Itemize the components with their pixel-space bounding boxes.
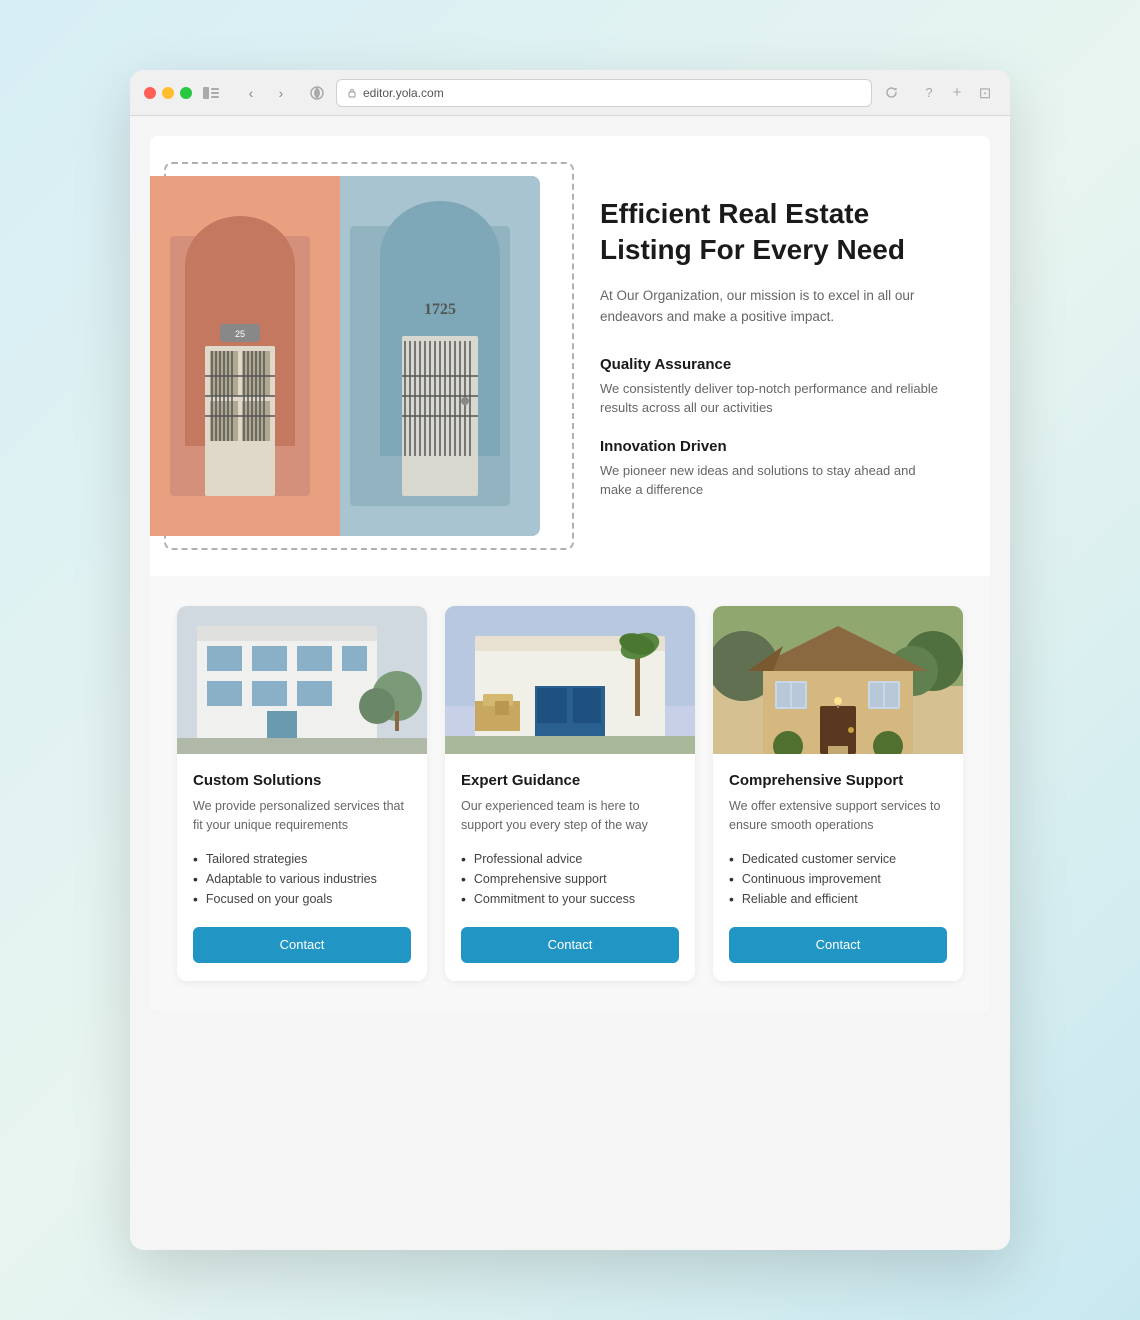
feature-innovation-title: Innovation Driven [600, 438, 950, 455]
card-1-body: Custom Solutions We provide personalized… [177, 754, 427, 981]
card-3-list: Dedicated customer service Continuous im… [729, 849, 947, 909]
sidebar-toggle-icon[interactable] [200, 82, 222, 104]
reload-icon[interactable] [880, 82, 902, 104]
card-1-image [177, 606, 427, 754]
hero-subtitle: At Our Organization, our mission is to e… [600, 285, 950, 328]
card-expert-guidance: Expert Guidance Our experienced team is … [445, 606, 695, 981]
card-2-list: Professional advice Comprehensive suppor… [461, 849, 679, 909]
feature-innovation: Innovation Driven We pioneer new ideas a… [600, 438, 950, 500]
card-3-desc: We offer extensive support services to e… [729, 797, 947, 835]
nav-buttons: ‹ › [238, 80, 294, 106]
card-2-image [445, 606, 695, 754]
browser-toolbar: ‹ › editor.yola.com ? + ⊡ [130, 70, 1010, 116]
card-1-desc: We provide personalized services that fi… [193, 797, 411, 835]
hero-content: Efficient Real Estate Listing For Every … [600, 176, 950, 520]
card-1-list-item-2: Adaptable to various industries [193, 869, 411, 889]
hero-image: 25 [150, 176, 540, 536]
card-2-title: Expert Guidance [461, 772, 679, 789]
card-1-list-item-1: Tailored strategies [193, 849, 411, 869]
help-icon[interactable]: ? [918, 82, 940, 104]
card-1-list-item-3: Focused on your goals [193, 889, 411, 909]
more-icon[interactable]: ⊡ [974, 82, 996, 104]
card-3-image [713, 606, 963, 754]
svg-text:1725: 1725 [424, 301, 456, 318]
forward-button[interactable]: › [268, 80, 294, 106]
url-text: editor.yola.com [363, 86, 444, 100]
close-button[interactable] [144, 87, 156, 99]
card-3-body: Comprehensive Support We offer extensive… [713, 754, 963, 981]
card-comprehensive-support: Comprehensive Support We offer extensive… [713, 606, 963, 981]
card-3-contact-button[interactable]: Contact [729, 927, 947, 963]
address-bar[interactable]: editor.yola.com [336, 79, 872, 107]
hero-image-container: 25 [150, 176, 560, 536]
page-inner: 25 [150, 136, 990, 1011]
feature-quality: Quality Assurance We consistently delive… [600, 356, 950, 418]
theme-icon[interactable] [306, 82, 328, 104]
card-3-list-item-3: Reliable and efficient [729, 889, 947, 909]
traffic-lights [144, 87, 192, 99]
feature-quality-desc: We consistently deliver top-notch perfor… [600, 379, 950, 418]
feature-innovation-desc: We pioneer new ideas and solutions to st… [600, 461, 950, 500]
minimize-button[interactable] [162, 87, 174, 99]
card-3-list-item-1: Dedicated customer service [729, 849, 947, 869]
cards-section: Custom Solutions We provide personalized… [150, 576, 990, 1011]
card-2-desc: Our experienced team is here to support … [461, 797, 679, 835]
feature-quality-title: Quality Assurance [600, 356, 950, 373]
svg-text:25: 25 [235, 329, 245, 339]
card-2-list-item-3: Commitment to your success [461, 889, 679, 909]
card-3-title: Comprehensive Support [729, 772, 947, 789]
card-3-list-item-2: Continuous improvement [729, 869, 947, 889]
card-2-list-item-2: Comprehensive support [461, 869, 679, 889]
card-custom-solutions: Custom Solutions We provide personalized… [177, 606, 427, 981]
browser-content: 25 [130, 116, 1010, 1250]
toolbar-right: ? + ⊡ [918, 82, 996, 104]
add-tab-icon[interactable]: + [946, 82, 968, 104]
card-2-contact-button[interactable]: Contact [461, 927, 679, 963]
cards-grid: Custom Solutions We provide personalized… [170, 606, 970, 981]
fullscreen-button[interactable] [180, 87, 192, 99]
card-2-list-item-1: Professional advice [461, 849, 679, 869]
hero-title: Efficient Real Estate Listing For Every … [600, 196, 950, 269]
back-button[interactable]: ‹ [238, 80, 264, 106]
card-1-list: Tailored strategies Adaptable to various… [193, 849, 411, 909]
browser-window: ‹ › editor.yola.com ? + ⊡ [130, 70, 1010, 1250]
card-1-contact-button[interactable]: Contact [193, 927, 411, 963]
card-2-body: Expert Guidance Our experienced team is … [445, 754, 695, 981]
hero-section: 25 [150, 136, 990, 576]
card-1-title: Custom Solutions [193, 772, 411, 789]
lock-icon [347, 88, 357, 98]
